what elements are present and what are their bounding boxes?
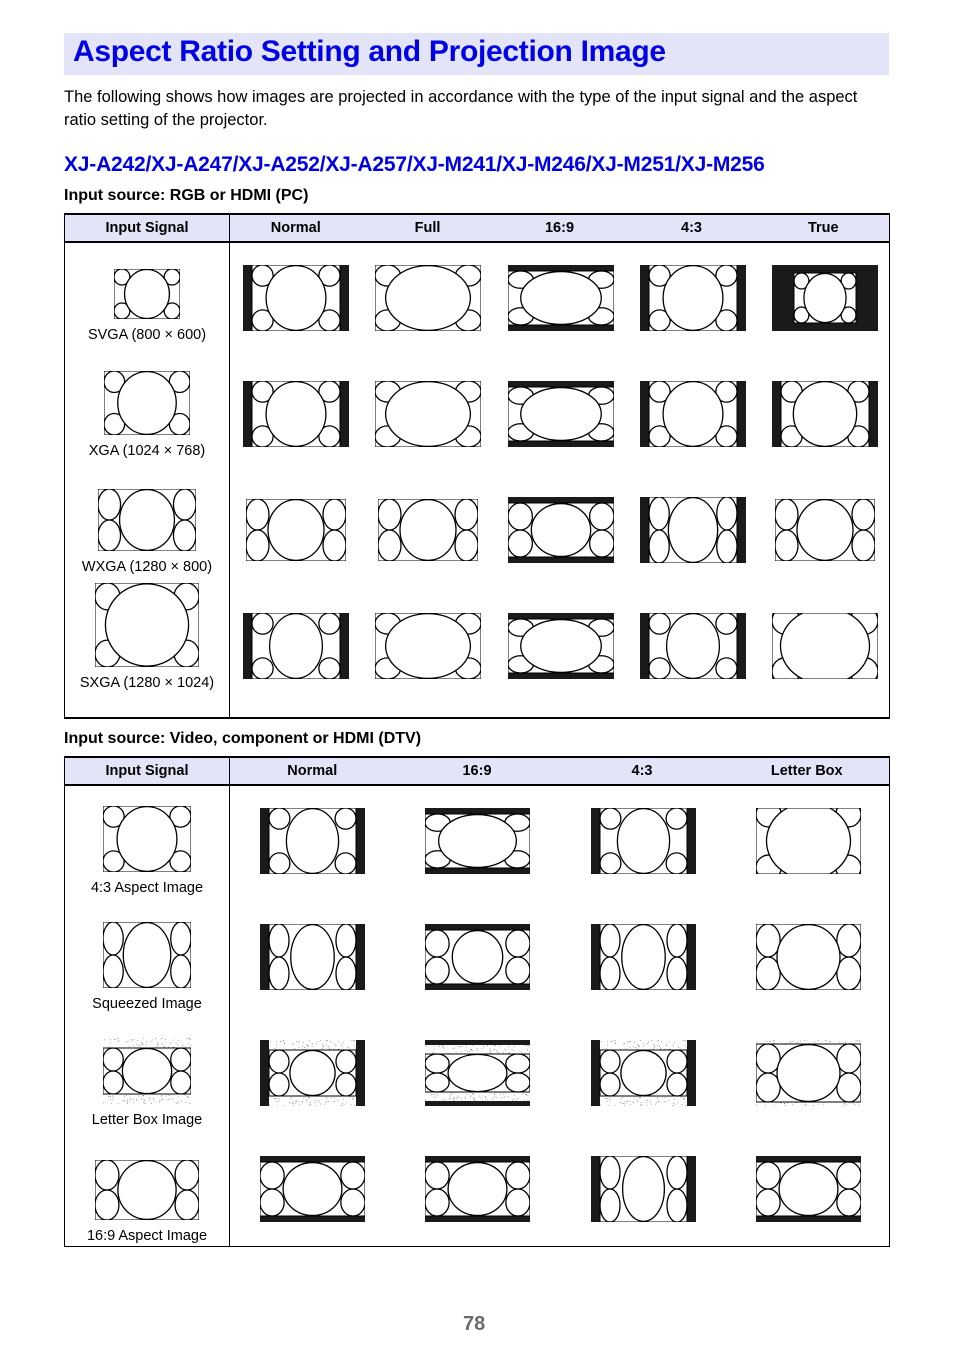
signal-label: Letter Box Image [91, 1112, 203, 1128]
model-heading: XJ-A242/XJ-A247/XJ-A252/XJ-A257/XJ-M241/… [64, 153, 765, 176]
projection-frame-true [771, 265, 878, 336]
projection-frame-true [774, 498, 876, 566]
signal-label: 16:9 Aspect Image [86, 1228, 208, 1244]
dtv-aspect-table: Input Signal Normal 16:9 4:3 Letter Box 4:3 … [64, 756, 890, 1247]
projection-frame-4-3 [639, 496, 746, 568]
pc-signal-column: SVGA (800 × 600) XGA (1024 × 768) WXGA (12… [64, 242, 230, 719]
signal-label: SXGA (1280 × 1024) [79, 675, 215, 691]
column-header-4-3: 4:3 [625, 213, 758, 243]
column-header-4-3: 4:3 [559, 756, 725, 786]
pc-aspect-table: Input Signal Normal Full 16:9 4:3 True SVGA (… [64, 213, 890, 719]
projection-frame-4-3 [590, 1040, 696, 1111]
projection-frame-letter-box [755, 1156, 862, 1227]
projection-frame-normal [245, 498, 347, 566]
input-signal-item: SVGA (800 × 600) [65, 263, 229, 343]
signal-frame-icon [102, 1038, 192, 1105]
signal-frame-icon [97, 488, 197, 552]
signal-label: 4:3 Aspect Image [90, 880, 204, 896]
projection-frame-letter-box [755, 923, 862, 995]
column-header-true: True [757, 213, 890, 243]
signal-label: Squeezed Image [92, 996, 202, 1012]
pc-source-heading: Input source: RGB or HDMI (PC) [64, 187, 309, 204]
projection-frame-4-3 [590, 807, 696, 879]
projection-frame-16-9 [506, 381, 615, 452]
projection-frame-16-9 [506, 613, 615, 684]
projection-frame-letter-box [755, 1040, 862, 1111]
column-header-16-9: 16:9 [493, 213, 626, 243]
input-signal-item: SXGA (1280 × 1024) [65, 582, 229, 691]
projection-frame-normal [260, 923, 366, 995]
projection-frame-4-3 [590, 923, 696, 995]
column-header-input-signal: Input Signal [64, 756, 230, 786]
projection-frame-4-3 [639, 612, 746, 684]
projection-frame-normal [243, 612, 350, 684]
signal-label: XGA (1024 × 768) [88, 443, 206, 459]
column-header-normal: Normal [229, 756, 395, 786]
signal-frame-icon [103, 370, 191, 436]
projection-frame-16-9 [506, 497, 615, 568]
signal-frame-icon [94, 1159, 200, 1221]
projection-frame-letter-box [755, 801, 862, 881]
projection-frame-full [374, 380, 482, 452]
column-header-16-9: 16:9 [394, 756, 560, 786]
projection-frame-true [771, 380, 878, 452]
page-number: 78 [463, 1313, 486, 1335]
column-header-full: Full [361, 213, 494, 243]
signal-frame-icon [102, 805, 192, 873]
projection-frame-normal [243, 264, 350, 336]
signal-frame-icon [102, 921, 192, 989]
page-title: Aspect Ratio Setting and Projection Imag… [73, 35, 666, 68]
intro-paragraph: The following shows how images are proje… [64, 88, 858, 129]
input-signal-item: XGA (1024 × 768) [65, 370, 229, 459]
signal-frame-icon [94, 582, 200, 668]
signal-frame-icon [113, 268, 181, 320]
input-signal-item: Letter Box Image [65, 1038, 229, 1128]
projection-frame-normal [259, 1156, 366, 1227]
projection-frame-16-9 [424, 924, 532, 995]
projection-frame-16-9 [424, 1156, 532, 1227]
projection-frame-full [374, 264, 482, 336]
dtv-result-area [229, 785, 890, 1247]
projection-frame-true [771, 606, 879, 686]
projection-frame-normal [260, 807, 366, 879]
input-signal-item: Squeezed Image [65, 921, 229, 1012]
column-header-normal: Normal [229, 213, 362, 243]
projection-frame-4-3 [639, 264, 746, 336]
signal-label: WXGA (1280 × 800) [81, 559, 213, 575]
signal-label: SVGA (800 × 600) [87, 327, 207, 343]
projection-frame-normal [260, 1040, 366, 1111]
projection-frame-4-3 [639, 380, 746, 452]
projection-frame-16-9 [424, 1040, 532, 1111]
projection-frame-16-9 [506, 265, 615, 336]
input-signal-item: 16:9 Aspect Image [65, 1154, 229, 1244]
projection-frame-4-3 [590, 1155, 696, 1227]
dtv-signal-column: 4:3 Aspect Image Squeezed Image Letter Box… [64, 785, 230, 1247]
projection-frame-full [377, 498, 479, 566]
dtv-source-heading: Input source: Video, component or HDMI (… [64, 730, 422, 747]
title-bar: Aspect Ratio Setting and Projection Imag… [64, 33, 889, 75]
projection-frame-16-9 [424, 808, 532, 879]
projection-frame-full [374, 612, 482, 684]
column-header-input-signal: Input Signal [64, 213, 230, 243]
pc-result-area [229, 242, 890, 719]
input-signal-item: 4:3 Aspect Image [65, 805, 229, 896]
projection-frame-normal [243, 380, 350, 452]
input-signal-item: WXGA (1280 × 800) [65, 488, 229, 575]
column-header-letter-box: Letter Box [724, 756, 890, 786]
